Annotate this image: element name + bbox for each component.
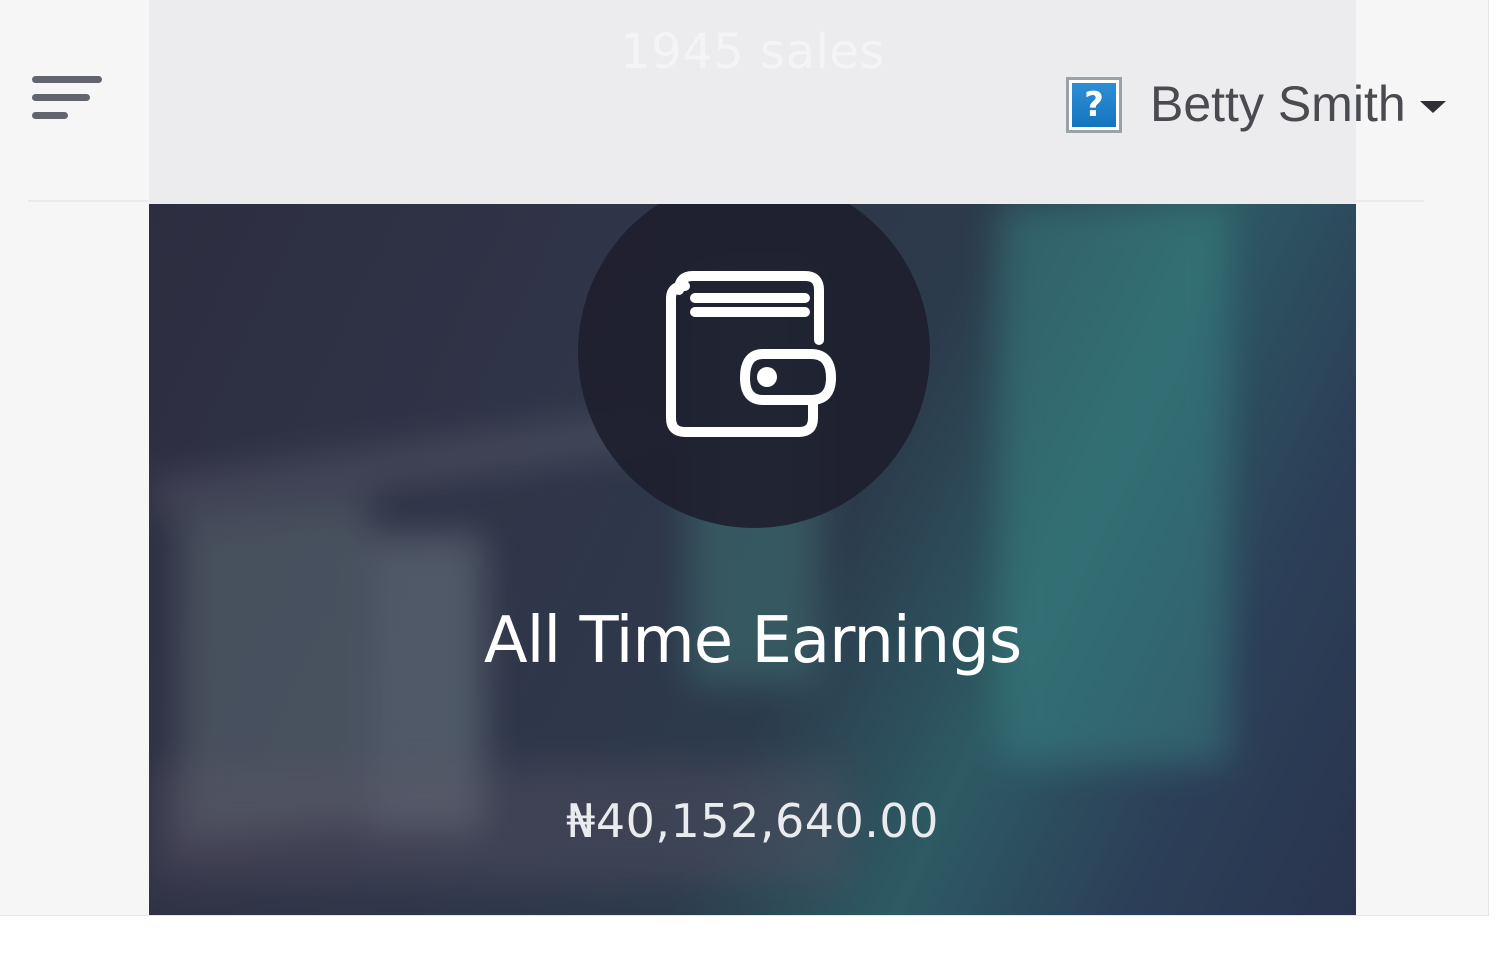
user-name: Betty Smith (1150, 76, 1406, 132)
menu-icon-line-2 (32, 94, 90, 101)
earnings-amount: ₦40,152,640.00 (566, 794, 939, 848)
earnings-card: All Time Earnings ₦40,152,640.00 (149, 204, 1356, 915)
background-blur-shape (149, 408, 670, 520)
sales-count: 1945 sales (620, 24, 885, 80)
earnings-title: All Time Earnings (483, 604, 1022, 678)
help-icon: ? (1072, 83, 1116, 127)
wallet-icon (666, 271, 836, 437)
caret-down-icon (1419, 101, 1446, 113)
app-viewport: 1945 sales ? Betty Smith All Time Earnin… (0, 0, 1489, 916)
user-menu-dropdown[interactable]: Betty Smith (1150, 74, 1446, 134)
menu-icon-line-3 (32, 112, 68, 119)
help-button[interactable]: ? (1066, 77, 1122, 133)
background-blur-shape (999, 204, 1229, 764)
menu-toggle-button[interactable] (28, 70, 108, 126)
menu-icon-line-1 (32, 76, 102, 83)
header-divider (28, 200, 1424, 202)
